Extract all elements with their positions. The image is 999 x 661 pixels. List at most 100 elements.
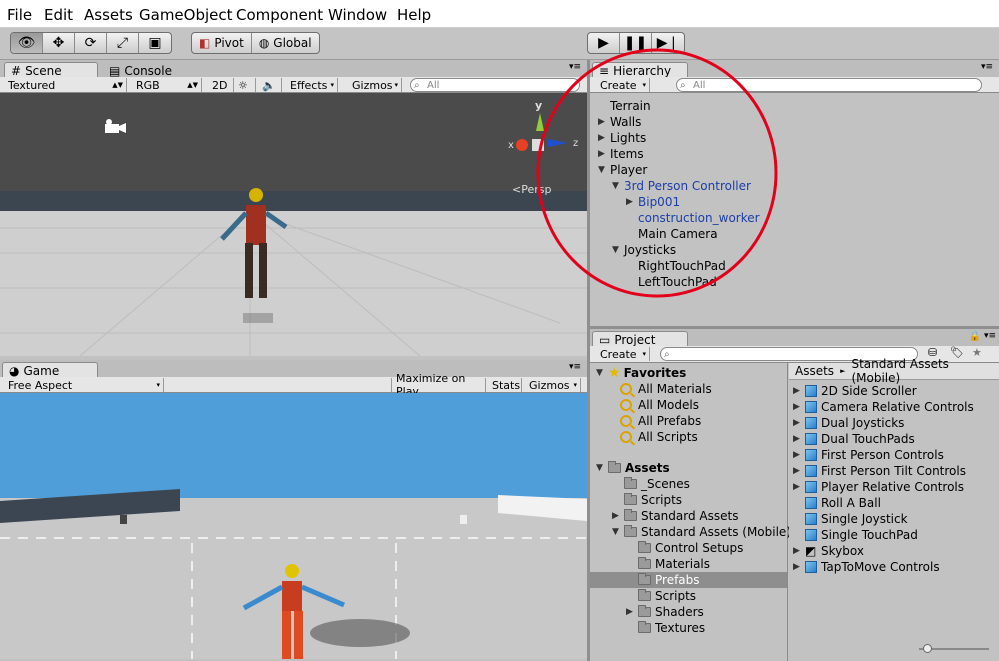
sun-icon: ☼ xyxy=(238,78,248,92)
asset-item-label: Player Relative Controls xyxy=(821,480,964,494)
triangle-down-icon: ▼ xyxy=(596,368,603,378)
favorite-item[interactable]: All Materials xyxy=(620,381,712,397)
asset-item-label: Camera Relative Controls xyxy=(821,400,974,414)
folder-item-label: Standard Assets (Mobile) xyxy=(641,525,791,539)
triangle-right-icon[interactable]: ▶ xyxy=(612,511,624,521)
tab-game-label: Game xyxy=(23,363,60,378)
triangle-right-icon[interactable]: ▶ xyxy=(793,450,805,460)
triangle-right-icon[interactable]: ▶ xyxy=(793,546,805,556)
asset-item[interactable]: ▶ First Person Tilt Controls xyxy=(793,463,966,479)
rect-tool-button[interactable]: ▣ xyxy=(139,33,171,53)
folder-item[interactable]: ▶ Shaders xyxy=(626,604,704,620)
triangle-right-icon[interactable]: ▶ xyxy=(793,386,805,396)
folder-item[interactable]: _Scenes xyxy=(612,476,690,492)
asset-item[interactable]: Single TouchPad xyxy=(793,527,918,543)
triangle-right-icon[interactable]: ▶ xyxy=(793,466,805,476)
asset-item[interactable]: Roll A Ball xyxy=(793,495,881,511)
folder-item[interactable]: Textures xyxy=(626,620,705,636)
triangle-right-icon[interactable]: ▶ xyxy=(793,482,805,492)
triangle-right-icon[interactable]: ▶ xyxy=(793,418,805,428)
scene-viewport[interactable]: y x z <Persp xyxy=(0,93,587,356)
pivot-icon: ◧ xyxy=(199,36,211,50)
stats-toggle[interactable]: Stats xyxy=(488,378,522,392)
pivot-global-group: ◧ Pivot ◍ Global xyxy=(191,32,320,54)
prefab-cube-icon xyxy=(805,465,817,477)
asset-item[interactable]: ▶ Player Relative Controls xyxy=(793,479,964,495)
asset-item[interactable]: ▶ TapToMove Controls xyxy=(793,559,940,575)
aspect-dropdown[interactable]: Free Aspect ▾ xyxy=(4,378,164,392)
tab-scene[interactable]: # Scene xyxy=(4,62,98,78)
favorite-item[interactable]: All Models xyxy=(620,397,699,413)
game-gizmos-dropdown[interactable]: Gizmos ▾ xyxy=(525,378,581,392)
zoom-slider-handle[interactable] xyxy=(923,644,932,653)
scale-tool-button[interactable]: ⤢ xyxy=(107,33,139,53)
view-tool-button[interactable]: 👁 xyxy=(11,33,43,53)
menu-window[interactable]: Window xyxy=(328,6,387,24)
asset-item[interactable]: ▶ Camera Relative Controls xyxy=(793,399,974,415)
triangle-right-icon[interactable]: ▶ xyxy=(793,402,805,412)
search-filter-icon xyxy=(620,431,632,443)
folder-item[interactable]: ▼ Standard Assets (Mobile) xyxy=(612,524,791,540)
menu-gameobject[interactable]: GameObject xyxy=(139,6,233,24)
breadcrumb-standard-assets-mobile[interactable]: Standard Assets (Mobile) xyxy=(851,357,999,385)
asset-item[interactable]: ▶ Dual Joysticks xyxy=(793,415,904,431)
folder-item[interactable]: Scripts xyxy=(626,588,696,604)
lock-icon[interactable]: 🔒 xyxy=(969,331,981,342)
panel-menu-icon[interactable]: ▾≡ xyxy=(569,362,581,372)
tab-project[interactable]: ▭ Project xyxy=(592,331,688,347)
favorite-item[interactable]: All Scripts xyxy=(620,429,698,445)
toggle-2d-button[interactable]: 2D xyxy=(208,78,234,92)
triangle-right-icon[interactable]: ▶ xyxy=(793,434,805,444)
asset-item[interactable]: Single Joystick xyxy=(793,511,908,527)
effects-dropdown[interactable]: Effects ▾ xyxy=(286,78,338,92)
asset-item[interactable]: ▶ First Person Controls xyxy=(793,447,944,463)
gizmos-dropdown[interactable]: Gizmos ▾ xyxy=(348,78,402,92)
panel-menu-icon[interactable]: ▾≡ xyxy=(984,331,996,341)
asset-item[interactable]: ▶ ◩ Skybox xyxy=(793,543,864,559)
asset-item-label: Skybox xyxy=(821,544,864,558)
triangle-right-icon[interactable]: ▶ xyxy=(793,562,805,572)
folder-icon xyxy=(624,525,637,537)
folder-item[interactable]: Scripts xyxy=(612,492,682,508)
color-mode-dropdown[interactable]: RGB ▲▼ xyxy=(132,78,202,92)
game-viewport[interactable] xyxy=(0,393,587,659)
menu-component[interactable]: Component xyxy=(236,6,323,24)
tab-console[interactable]: ▤ Console xyxy=(102,62,182,78)
favorites-header[interactable]: ▼ ★ Favorites xyxy=(596,365,686,381)
favorite-item-label: All Materials xyxy=(638,382,712,396)
draw-mode-dropdown[interactable]: Textured ▲▼ xyxy=(4,78,127,92)
assets-label: Assets xyxy=(625,461,670,475)
chevron-down-icon: ▾ xyxy=(394,81,398,89)
menu-edit[interactable]: Edit xyxy=(44,6,73,24)
folder-icon xyxy=(608,461,621,473)
assets-header[interactable]: ▼ Assets xyxy=(596,460,670,476)
project-create-dropdown[interactable]: Create ▾ xyxy=(596,347,650,361)
menu-assets[interactable]: Assets xyxy=(84,6,133,24)
tab-game[interactable]: ◕ Game xyxy=(2,362,98,378)
pivot-button[interactable]: ◧ Pivot xyxy=(192,33,252,53)
triangle-right-icon[interactable]: ▶ xyxy=(626,607,638,617)
maximize-on-play-toggle[interactable]: Maximize on Play xyxy=(391,372,486,398)
menu-file[interactable]: File xyxy=(7,6,32,24)
global-button[interactable]: ◍ Global xyxy=(252,33,319,53)
folder-item[interactable]: Control Setups xyxy=(626,540,743,556)
folder-item-label: Prefabs xyxy=(655,573,700,587)
prefab-cube-icon xyxy=(805,497,817,509)
favorite-item[interactable]: All Prefabs xyxy=(620,413,701,429)
triangle-down-icon[interactable]: ▼ xyxy=(612,527,624,537)
rotate-tool-button[interactable]: ⟳ xyxy=(75,33,107,53)
folder-item[interactable]: Materials xyxy=(626,556,710,572)
folder-item-label: Control Setups xyxy=(655,541,744,555)
folder-item[interactable]: Prefabs xyxy=(626,572,700,588)
audio-toggle[interactable]: 🔈 xyxy=(258,78,282,92)
folder-item[interactable]: ▶ Standard Assets xyxy=(612,508,738,524)
panel-menu-icon[interactable]: ▾≡ xyxy=(981,62,993,72)
menu-help[interactable]: Help xyxy=(397,6,431,24)
tab-scene-label: Scene xyxy=(25,63,62,78)
asset-item[interactable]: ▶ 2D Side Scroller xyxy=(793,383,917,399)
breadcrumb-assets[interactable]: Assets xyxy=(795,364,834,378)
move-tool-button[interactable]: ✥ xyxy=(43,33,75,53)
asset-item[interactable]: ▶ Dual TouchPads xyxy=(793,431,915,447)
skybox-icon: ◩ xyxy=(805,544,817,558)
lighting-toggle[interactable]: ☼ xyxy=(234,78,256,92)
